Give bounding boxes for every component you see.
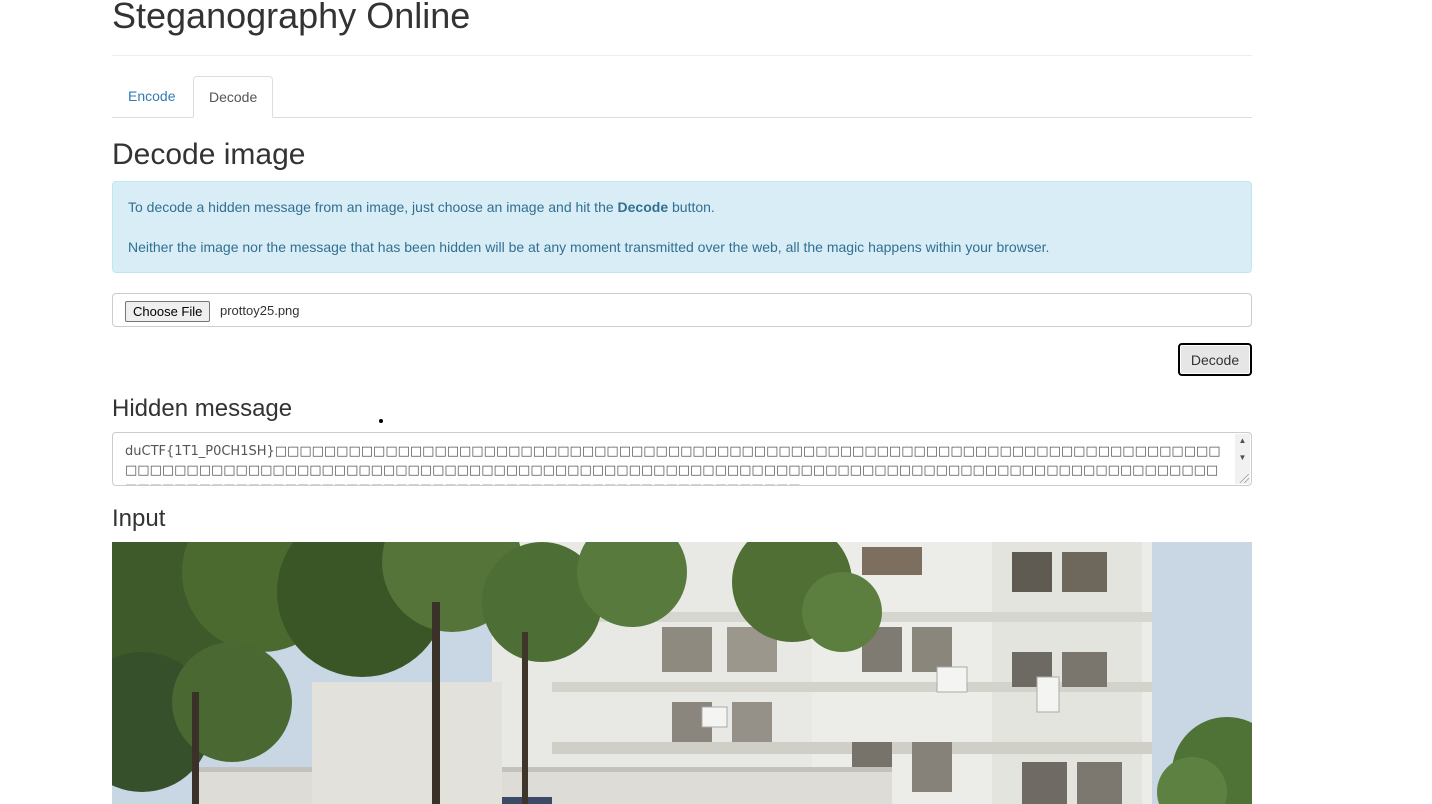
- title-divider: [112, 55, 1252, 56]
- info-line-2: Neither the image nor the message that h…: [128, 239, 1050, 255]
- hidden-message-title: Hidden message: [112, 395, 293, 422]
- file-input[interactable]: Choose File prottoy25.png: [112, 293, 1252, 327]
- info-line-1-prefix: To decode a hidden message from an image…: [128, 199, 618, 215]
- page-title: Steganography Online: [112, 0, 471, 36]
- scroll-down-arrow-icon[interactable]: ▼: [1235, 451, 1250, 465]
- scroll-up-arrow-icon[interactable]: ▲: [1235, 434, 1250, 448]
- info-line-1-bold: Decode: [617, 199, 669, 215]
- building-photo: [112, 542, 1252, 804]
- info-alert: To decode a hidden message from an image…: [112, 181, 1252, 273]
- tab-decode[interactable]: Decode: [193, 76, 273, 118]
- selected-file-name: prottoy25.png: [220, 303, 300, 318]
- decode-section-title: Decode image: [112, 138, 306, 171]
- info-line-1: To decode a hidden message from an image…: [128, 199, 715, 215]
- info-line-1-suffix: button.: [668, 199, 715, 215]
- input-section-title: Input: [112, 505, 166, 532]
- hidden-message-textarea[interactable]: duCTF{1T1_P0CH1SH}□□□□□□□□□□□□□□□□□□□□□□…: [112, 432, 1252, 486]
- resize-grip-icon[interactable]: [1240, 474, 1249, 483]
- decode-button[interactable]: Decode: [1178, 343, 1252, 376]
- input-image-preview: [112, 542, 1252, 804]
- choose-file-button[interactable]: Choose File: [125, 301, 211, 322]
- hidden-message-text: duCTF{1T1_P0CH1SH}□□□□□□□□□□□□□□□□□□□□□□…: [125, 444, 1221, 485]
- tab-encode[interactable]: Encode: [113, 76, 190, 117]
- tab-bar: Encode Decode: [112, 76, 1252, 118]
- mouse-cursor-dot: [379, 419, 383, 423]
